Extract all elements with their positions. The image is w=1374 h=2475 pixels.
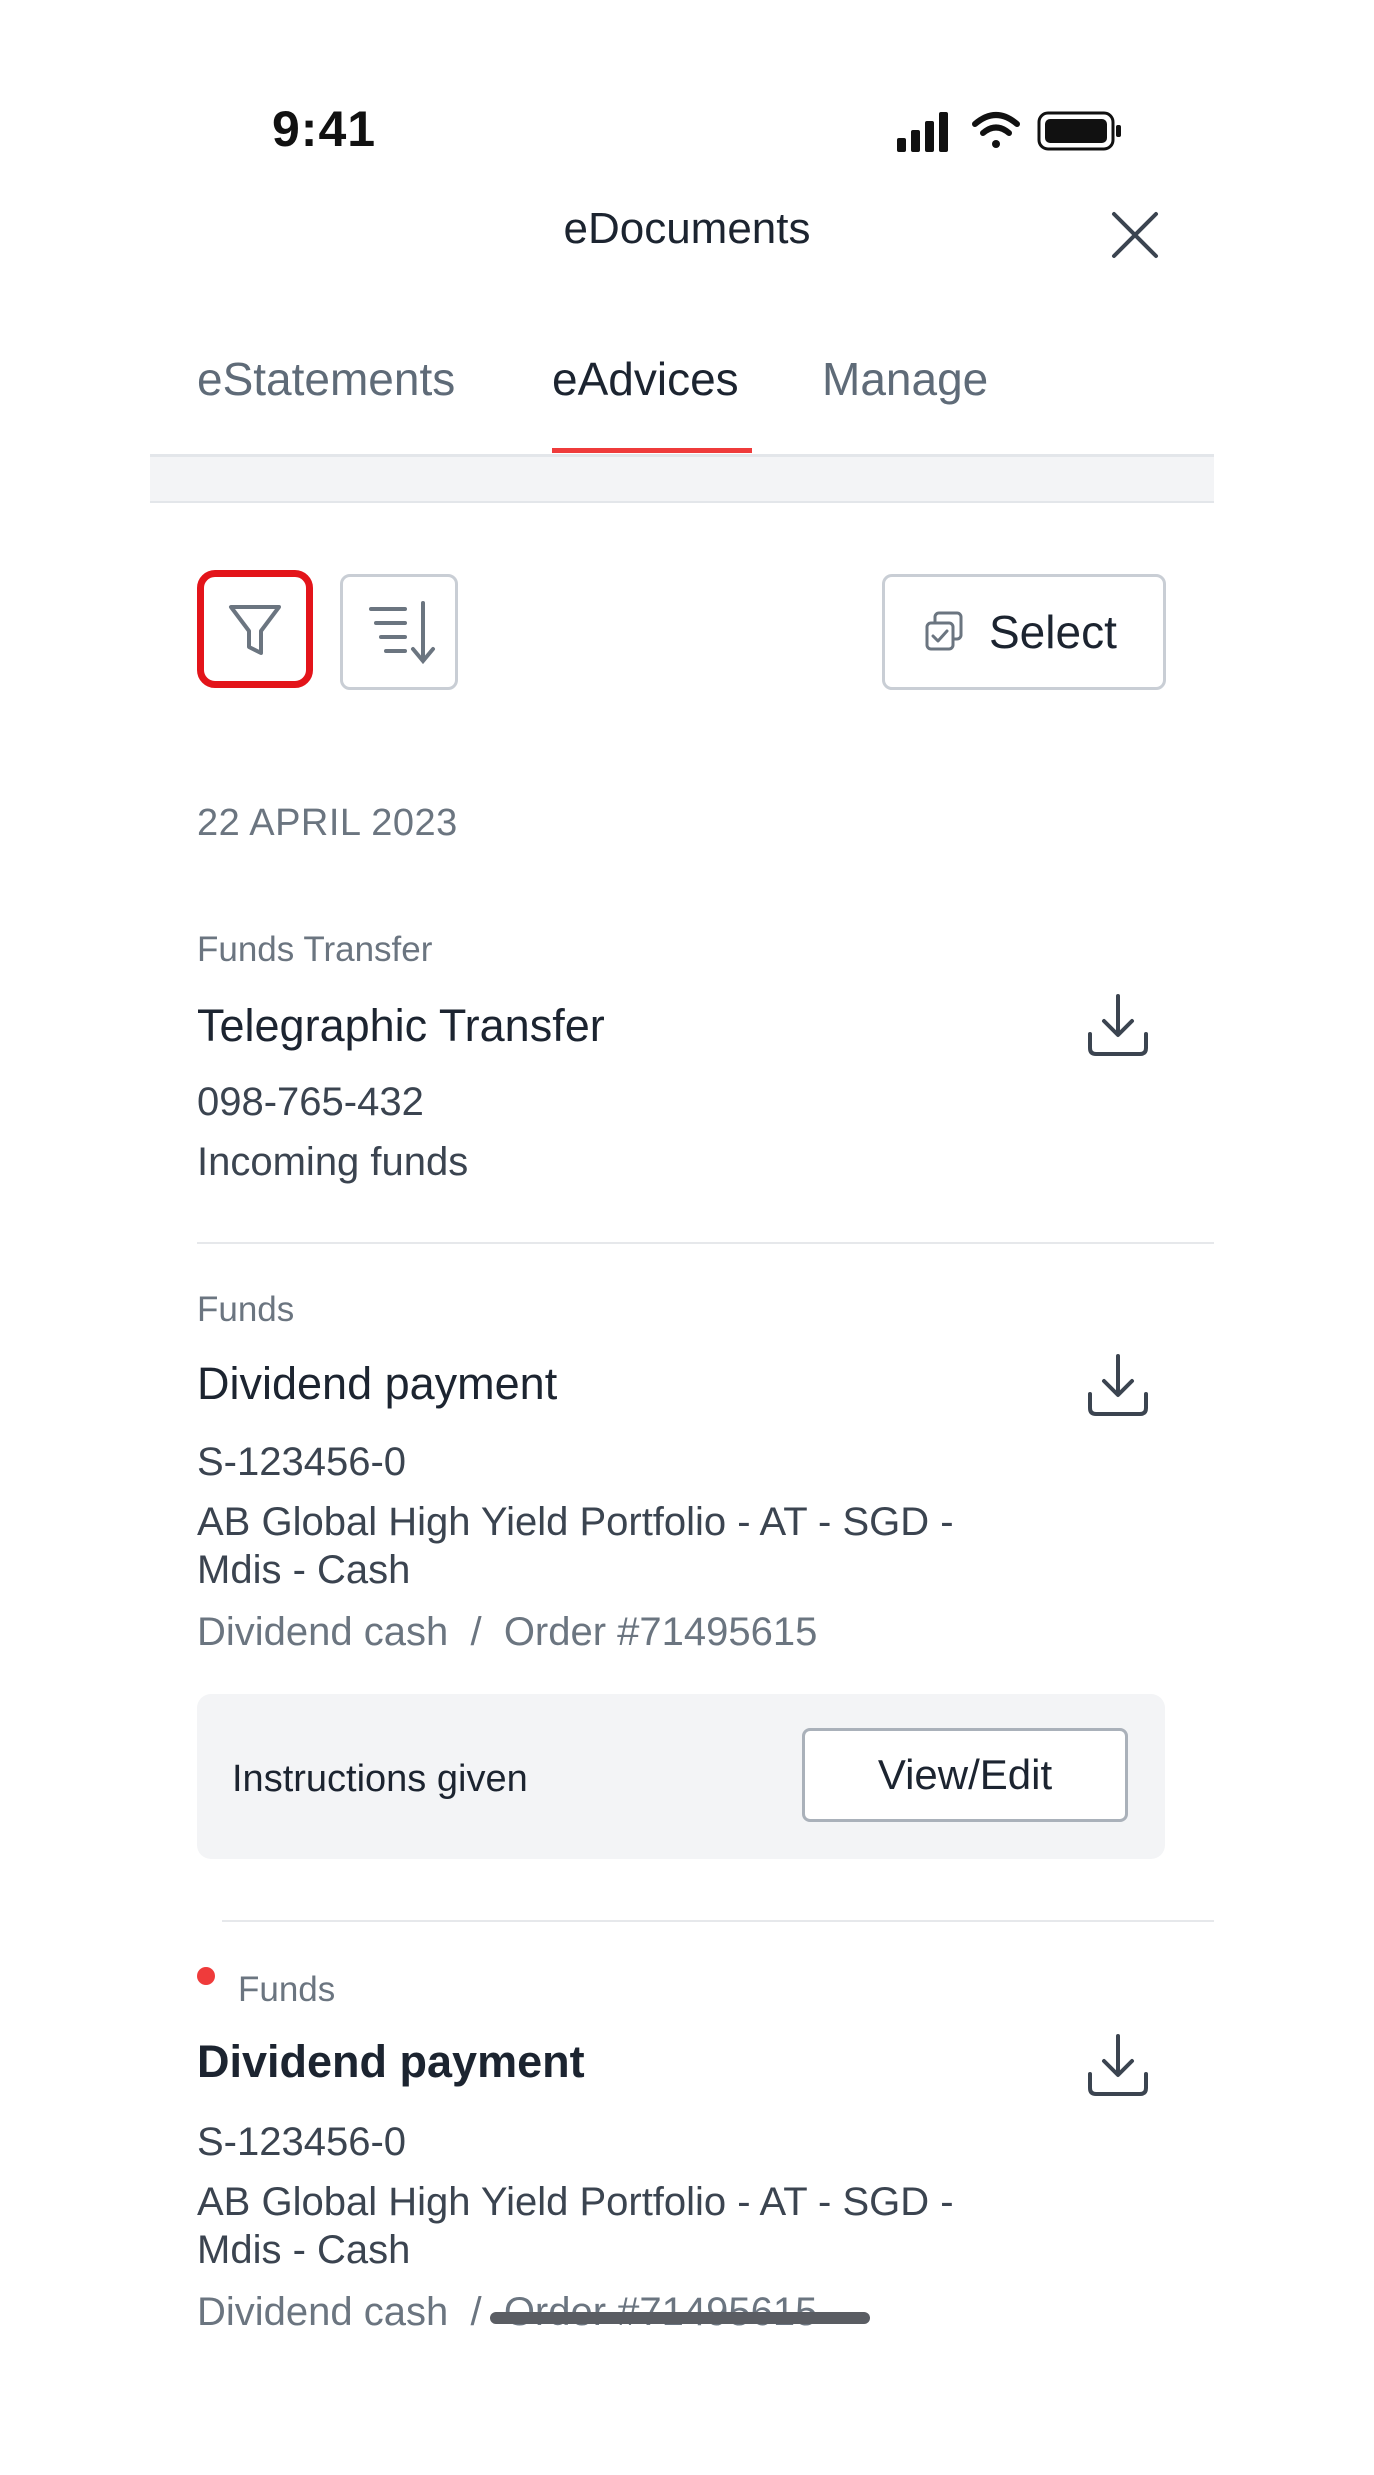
signal-icon — [897, 112, 948, 152]
home-indicator[interactable] — [490, 2312, 870, 2324]
download-icon[interactable] — [1082, 990, 1154, 1062]
select-button-label: Select — [989, 606, 1117, 658]
wifi-icon — [972, 112, 1020, 148]
divider — [197, 1242, 1214, 1244]
item-category: Funds — [238, 1970, 336, 2009]
multi-select-icon — [925, 611, 963, 651]
item-description: Incoming funds — [197, 1140, 469, 1184]
battery-icon — [1037, 111, 1121, 151]
view-edit-button[interactable]: View/Edit — [802, 1728, 1128, 1822]
divider — [222, 1920, 1214, 1922]
item-title[interactable]: Dividend payment — [197, 2036, 585, 2088]
item-reference: 098-765-432 — [197, 1080, 424, 1124]
close-icon[interactable] — [1100, 200, 1170, 270]
status-time: 9:41 — [272, 101, 377, 157]
filter-icon — [229, 605, 281, 655]
sort-button[interactable] — [340, 574, 458, 690]
divider — [150, 501, 1214, 503]
item-reference: S-123456-0 — [197, 1440, 407, 1484]
item-title[interactable]: Telegraphic Transfer — [197, 1000, 605, 1052]
tab-eadvices[interactable]: eAdvices — [552, 352, 739, 406]
download-icon[interactable] — [1082, 1350, 1154, 1422]
sort-icon — [369, 601, 435, 665]
item-title[interactable]: Dividend payment — [197, 1358, 557, 1410]
unread-dot — [197, 1967, 215, 1985]
tab-estatements[interactable]: eStatements — [197, 352, 455, 406]
item-reference: S-123456-0 — [197, 2120, 407, 2164]
item-category: Funds — [197, 1290, 295, 1329]
select-button[interactable]: Select — [882, 574, 1166, 690]
instructions-label: Instructions given — [232, 1758, 528, 1800]
status-icons — [897, 111, 1121, 152]
tab-manage[interactable]: Manage — [822, 352, 988, 406]
download-icon[interactable] — [1082, 2030, 1154, 2102]
date-heading: 22 APRIL 2023 — [197, 802, 458, 844]
item-detail: Dividend cash / Order #71495615 — [197, 1610, 818, 1654]
item-fund-name-continued: Mdis - Cash — [197, 1548, 411, 1592]
item-fund-name-continued: Mdis - Cash — [197, 2228, 411, 2272]
item-fund-name: AB Global High Yield Portfolio - AT - SG… — [197, 2180, 954, 2224]
section-band — [150, 457, 1214, 503]
item-category: Funds Transfer — [197, 930, 433, 969]
tab-bar: eStatements eAdvices Manage — [197, 352, 1217, 452]
filter-button[interactable] — [197, 570, 313, 688]
item-fund-name: AB Global High Yield Portfolio - AT - SG… — [197, 1500, 954, 1544]
active-tab-indicator — [552, 448, 752, 453]
